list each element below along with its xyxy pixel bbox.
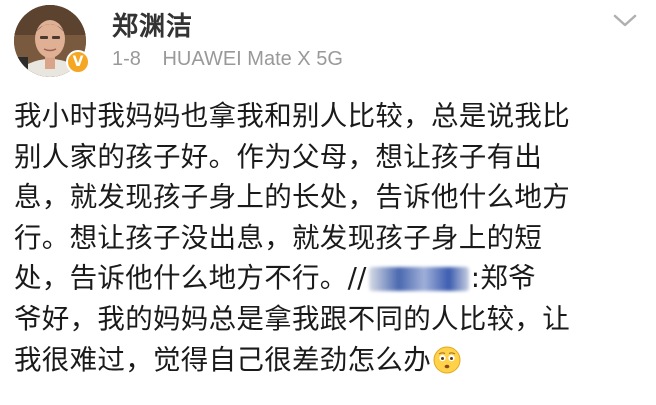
post-body-line: 行。想让孩子没出息，就发现孩子身上的短 [14, 221, 543, 254]
post-body-line: 处，告诉他什么地方不行。// :郑爷 [14, 258, 644, 299]
post-body-line: 我很难过，觉得自己很差劲怎么办 [14, 340, 644, 381]
sad-face-emoji-icon [433, 345, 461, 374]
post-body-text: :郑爷 [470, 262, 536, 295]
post-body-line: 别人家的孩子好。作为父母，想让孩子有出 [14, 140, 543, 173]
post-body-line: 我小时我妈妈也拿我和别人比较，总是说我比 [14, 100, 570, 132]
redacted-mention[interactable] [368, 267, 469, 292]
post-device: HUAWEI Mate X 5G [162, 48, 343, 70]
post-body-text: 我很难过，觉得自己很差劲怎么办 [14, 343, 431, 376]
chevron-down-icon[interactable] [612, 12, 638, 30]
post-header: V 郑渊洁 1-8 HUAWEI Mate X 5G [0, 0, 656, 84]
weibo-post: V 郑渊洁 1-8 HUAWEI Mate X 5G 我小时我妈妈也拿我和别人比… [0, 0, 656, 405]
username[interactable]: 郑渊洁 [112, 6, 193, 43]
post-meta: 1-8 HUAWEI Mate X 5G [112, 48, 343, 71]
post-body: 我小时我妈妈也拿我和别人比较，总是说我比 别人家的孩子好。作为父母，想让孩子有出… [14, 96, 644, 380]
post-body-text: 处，告诉他什么地方不行。// [14, 262, 367, 295]
post-time[interactable]: 1-8 [112, 48, 141, 70]
verified-badge-icon: V [66, 50, 90, 74]
verified-badge-label: V [72, 54, 84, 70]
post-body-line: 爷好，我的妈妈总是拿我跟不同的人比较，让 [14, 302, 570, 335]
post-body-line: 息，就发现孩子身上的长处，告诉他什么地方 [14, 181, 570, 214]
